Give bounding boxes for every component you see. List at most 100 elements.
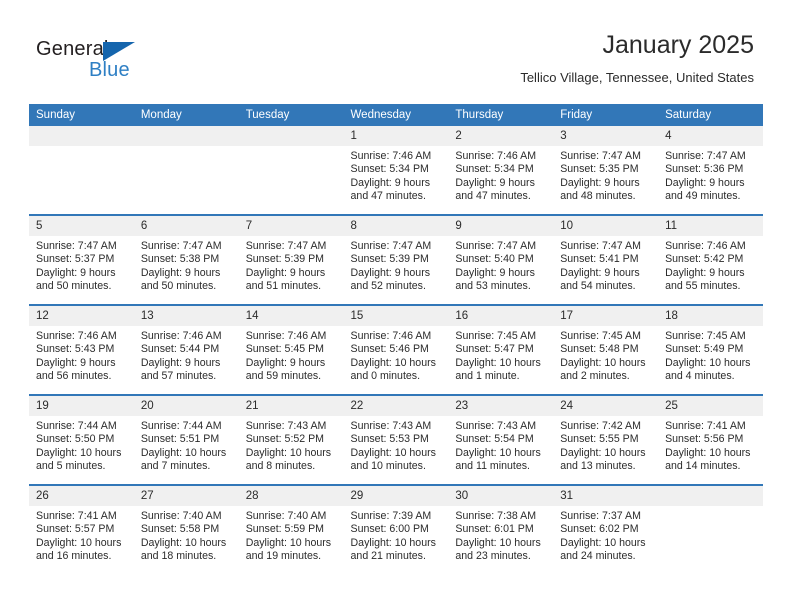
calendar-day-cell[interactable]: 7 Sunrise: 7:47 AM Sunset: 5:39 PM Daylight… xyxy=(238,214,344,305)
day-number: 24 xyxy=(553,396,659,416)
sunrise-text: Sunrise: 7:47 AM xyxy=(245,240,327,252)
sunset-text: Sunset: 5:41 PM xyxy=(560,253,639,266)
day-details: Sunrise: 7:46 AM Sunset: 5:42 PM Daylight:… xyxy=(658,236,763,294)
day-number: 10 xyxy=(553,216,659,236)
calendar-day-cell[interactable]: 13 Sunrise: 7:46 AM Sunset: 5:44 PM Dayligh… xyxy=(133,304,239,395)
day-number: 2 xyxy=(448,126,554,146)
calendar-day-cell[interactable]: 21 Sunrise: 7:43 AM Sunset: 5:52 PM Dayligh… xyxy=(238,394,344,485)
calendar-day-cell[interactable]: 29 Sunrise: 7:39 AM Sunset: 6:00 PM Dayligh… xyxy=(343,484,449,574)
daylight-text-line1: Daylight: 9 hours xyxy=(665,176,745,189)
day-details: Sunrise: 7:45 AM Sunset: 5:47 PM Daylight:… xyxy=(448,326,553,384)
daylight-text-line2: and 49 minutes. xyxy=(665,190,741,203)
day-number: 16 xyxy=(448,306,554,326)
sunrise-text: Sunrise: 7:45 AM xyxy=(665,330,746,342)
day-details: Sunrise: 7:47 AM Sunset: 5:39 PM Daylight:… xyxy=(344,236,449,294)
day-number: 25 xyxy=(658,396,763,416)
calendar-day-cell[interactable]: 24 Sunrise: 7:42 AM Sunset: 5:55 PM Dayligh… xyxy=(553,394,659,485)
calendar-week-row: 1 Sunrise: 7:46 AM Sunset: 5:34 PM Daylight… xyxy=(29,126,763,215)
day-number: 20 xyxy=(133,396,239,416)
sunset-text: Sunset: 6:01 PM xyxy=(455,523,534,536)
calendar-day-cell[interactable]: 17 Sunrise: 7:45 AM Sunset: 5:48 PM Dayligh… xyxy=(553,304,659,395)
calendar-day-cell-empty xyxy=(133,126,239,215)
calendar-day-cell[interactable]: 14 Sunrise: 7:46 AM Sunset: 5:45 PM Dayligh… xyxy=(238,304,344,395)
sunset-text: Sunset: 5:39 PM xyxy=(350,253,429,266)
calendar-page: General Blue January 2025 Tellico Villag… xyxy=(0,0,792,612)
day-details: Sunrise: 7:37 AM Sunset: 6:02 PM Daylight:… xyxy=(553,506,658,564)
calendar-day-cell[interactable]: 22 Sunrise: 7:43 AM Sunset: 5:53 PM Dayligh… xyxy=(343,394,449,485)
day-details: Sunrise: 7:47 AM Sunset: 5:41 PM Daylight:… xyxy=(553,236,658,294)
calendar-day-cell[interactable]: 6 Sunrise: 7:47 AM Sunset: 5:38 PM Daylight… xyxy=(133,214,239,305)
day-number: 19 xyxy=(29,396,134,416)
calendar-day-cell[interactable]: 28 Sunrise: 7:40 AM Sunset: 5:59 PM Dayligh… xyxy=(238,484,344,574)
calendar-day-cell[interactable]: 1 Sunrise: 7:46 AM Sunset: 5:34 PM Daylight… xyxy=(343,126,449,215)
calendar-day-cell[interactable]: 2 Sunrise: 7:46 AM Sunset: 5:34 PM Daylight… xyxy=(448,126,554,215)
weekday-header-wednesday: Wednesday xyxy=(343,104,449,126)
day-details: Sunrise: 7:46 AM Sunset: 5:43 PM Daylight:… xyxy=(29,326,134,384)
calendar-header-row: Sunday Monday Tuesday Wednesday Thursday… xyxy=(29,104,763,126)
day-number: 8 xyxy=(343,216,449,236)
calendar-week-row: 12 Sunrise: 7:46 AM Sunset: 5:43 PM Dayligh… xyxy=(29,304,763,395)
daylight-text-line1: Daylight: 10 hours xyxy=(350,356,436,369)
calendar-day-cell[interactable]: 8 Sunrise: 7:47 AM Sunset: 5:39 PM Daylight… xyxy=(343,214,449,305)
calendar-day-cell[interactable]: 20 Sunrise: 7:44 AM Sunset: 5:51 PM Dayligh… xyxy=(133,394,239,485)
day-number: 17 xyxy=(553,306,659,326)
calendar-day-cell[interactable]: 30 Sunrise: 7:38 AM Sunset: 6:01 PM Dayligh… xyxy=(448,484,554,574)
calendar-day-cell[interactable]: 19 Sunrise: 7:44 AM Sunset: 5:50 PM Dayligh… xyxy=(29,394,134,485)
daylight-text-line2: and 7 minutes. xyxy=(140,460,211,473)
calendar-table: Sunday Monday Tuesday Wednesday Thursday… xyxy=(29,104,763,574)
day-number xyxy=(133,126,239,146)
calendar-day-cell[interactable]: 31 Sunrise: 7:37 AM Sunset: 6:02 PM Dayligh… xyxy=(553,484,659,574)
day-number: 29 xyxy=(343,486,449,506)
weekday-header-thursday: Thursday xyxy=(448,104,554,126)
calendar-body: 1 Sunrise: 7:46 AM Sunset: 5:34 PM Daylight… xyxy=(29,126,763,574)
day-number: 7 xyxy=(238,216,344,236)
calendar-day-cell[interactable]: 25 Sunrise: 7:41 AM Sunset: 5:56 PM Dayligh… xyxy=(658,394,763,485)
daylight-text-line2: and 48 minutes. xyxy=(560,190,636,203)
weekday-header-monday: Monday xyxy=(133,104,239,126)
calendar-day-cell[interactable]: 3 Sunrise: 7:47 AM Sunset: 5:35 PM Daylight… xyxy=(553,126,659,215)
daylight-text-line2: and 54 minutes. xyxy=(560,280,636,293)
sunset-text: Sunset: 5:56 PM xyxy=(665,433,744,446)
logo-text-blue: Blue xyxy=(89,59,130,81)
daylight-text-line1: Daylight: 9 hours xyxy=(140,266,221,279)
day-details: Sunrise: 7:38 AM Sunset: 6:01 PM Daylight:… xyxy=(448,506,553,564)
daylight-text-line2: and 59 minutes. xyxy=(245,370,322,383)
day-details: Sunrise: 7:47 AM Sunset: 5:40 PM Daylight:… xyxy=(448,236,553,294)
day-number: 1 xyxy=(343,126,449,146)
day-details: Sunrise: 7:40 AM Sunset: 5:58 PM Daylight:… xyxy=(134,506,239,564)
calendar-day-cell-empty xyxy=(29,126,134,215)
calendar-day-cell[interactable]: 4 Sunrise: 7:47 AM Sunset: 5:36 PM Daylight… xyxy=(658,126,763,215)
calendar-day-cell[interactable]: 15 Sunrise: 7:46 AM Sunset: 5:46 PM Dayligh… xyxy=(343,304,449,395)
calendar-day-cell[interactable]: 11 Sunrise: 7:46 AM Sunset: 5:42 PM Dayligh… xyxy=(658,214,763,305)
day-number: 4 xyxy=(658,126,763,146)
sunrise-text: Sunrise: 7:44 AM xyxy=(140,420,222,432)
calendar-day-cell[interactable]: 9 Sunrise: 7:47 AM Sunset: 5:40 PM Daylight… xyxy=(448,214,554,305)
calendar-day-cell[interactable]: 12 Sunrise: 7:46 AM Sunset: 5:43 PM Dayligh… xyxy=(29,304,134,395)
page-title: January 2025 xyxy=(602,31,754,59)
sunset-text: Sunset: 6:02 PM xyxy=(560,523,639,536)
calendar-week-row: 19 Sunrise: 7:44 AM Sunset: 5:50 PM Dayligh… xyxy=(29,394,763,485)
calendar-day-cell[interactable]: 26 Sunrise: 7:41 AM Sunset: 5:57 PM Dayligh… xyxy=(29,484,134,574)
day-details: Sunrise: 7:43 AM Sunset: 5:52 PM Daylight:… xyxy=(239,416,344,474)
sunrise-text: Sunrise: 7:46 AM xyxy=(36,330,117,342)
day-details: Sunrise: 7:47 AM Sunset: 5:39 PM Daylight:… xyxy=(239,236,344,294)
general-blue-logo[interactable]: General Blue xyxy=(36,38,166,84)
calendar-day-cell[interactable]: 5 Sunrise: 7:47 AM Sunset: 5:37 PM Daylight… xyxy=(29,214,134,305)
daylight-text-line1: Daylight: 10 hours xyxy=(140,536,227,549)
calendar-day-cell[interactable]: 23 Sunrise: 7:43 AM Sunset: 5:54 PM Dayligh… xyxy=(448,394,554,485)
daylight-text-line1: Daylight: 9 hours xyxy=(350,176,431,189)
daylight-text-line1: Daylight: 10 hours xyxy=(140,446,227,459)
day-details: Sunrise: 7:47 AM Sunset: 5:35 PM Daylight:… xyxy=(553,146,658,204)
day-number: 26 xyxy=(29,486,134,506)
calendar-day-cell[interactable]: 10 Sunrise: 7:47 AM Sunset: 5:41 PM Dayligh… xyxy=(553,214,659,305)
calendar-day-cell[interactable]: 27 Sunrise: 7:40 AM Sunset: 5:58 PM Dayligh… xyxy=(133,484,239,574)
day-number: 9 xyxy=(448,216,554,236)
day-details: Sunrise: 7:44 AM Sunset: 5:50 PM Daylight:… xyxy=(29,416,134,474)
daylight-text-line1: Daylight: 9 hours xyxy=(36,266,116,279)
calendar-day-cell[interactable]: 18 Sunrise: 7:45 AM Sunset: 5:49 PM Dayligh… xyxy=(658,304,763,395)
day-number: 27 xyxy=(133,486,239,506)
day-number: 13 xyxy=(133,306,239,326)
calendar-day-cell[interactable]: 16 Sunrise: 7:45 AM Sunset: 5:47 PM Dayligh… xyxy=(448,304,554,395)
sunrise-text: Sunrise: 7:46 AM xyxy=(350,150,432,162)
daylight-text-line1: Daylight: 9 hours xyxy=(455,176,535,189)
